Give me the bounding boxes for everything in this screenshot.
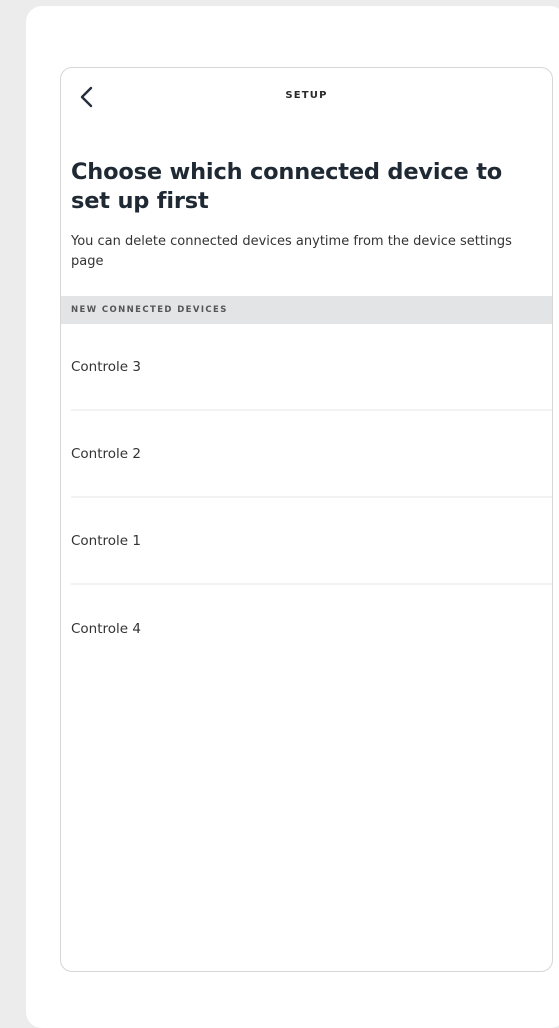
setup-screen: SETUP Choose which connected device to s… <box>60 67 553 972</box>
device-item-controle-3[interactable]: Controle 3 <box>71 324 552 411</box>
page-subtitle: You can delete connected devices anytime… <box>71 234 512 269</box>
device-list: Controle 3 Controle 2 Controle 1 Control… <box>61 324 552 672</box>
device-item-controle-2[interactable]: Controle 2 <box>71 411 552 498</box>
section-header-new-devices: NEW CONNECTED DEVICES <box>61 296 552 324</box>
header-title: SETUP <box>285 90 328 101</box>
header: SETUP <box>61 68 552 128</box>
device-item-controle-4[interactable]: Controle 4 <box>71 585 552 672</box>
page-title: Choose which connected device to set up … <box>71 159 503 214</box>
device-item-controle-1[interactable]: Controle 1 <box>71 498 552 585</box>
